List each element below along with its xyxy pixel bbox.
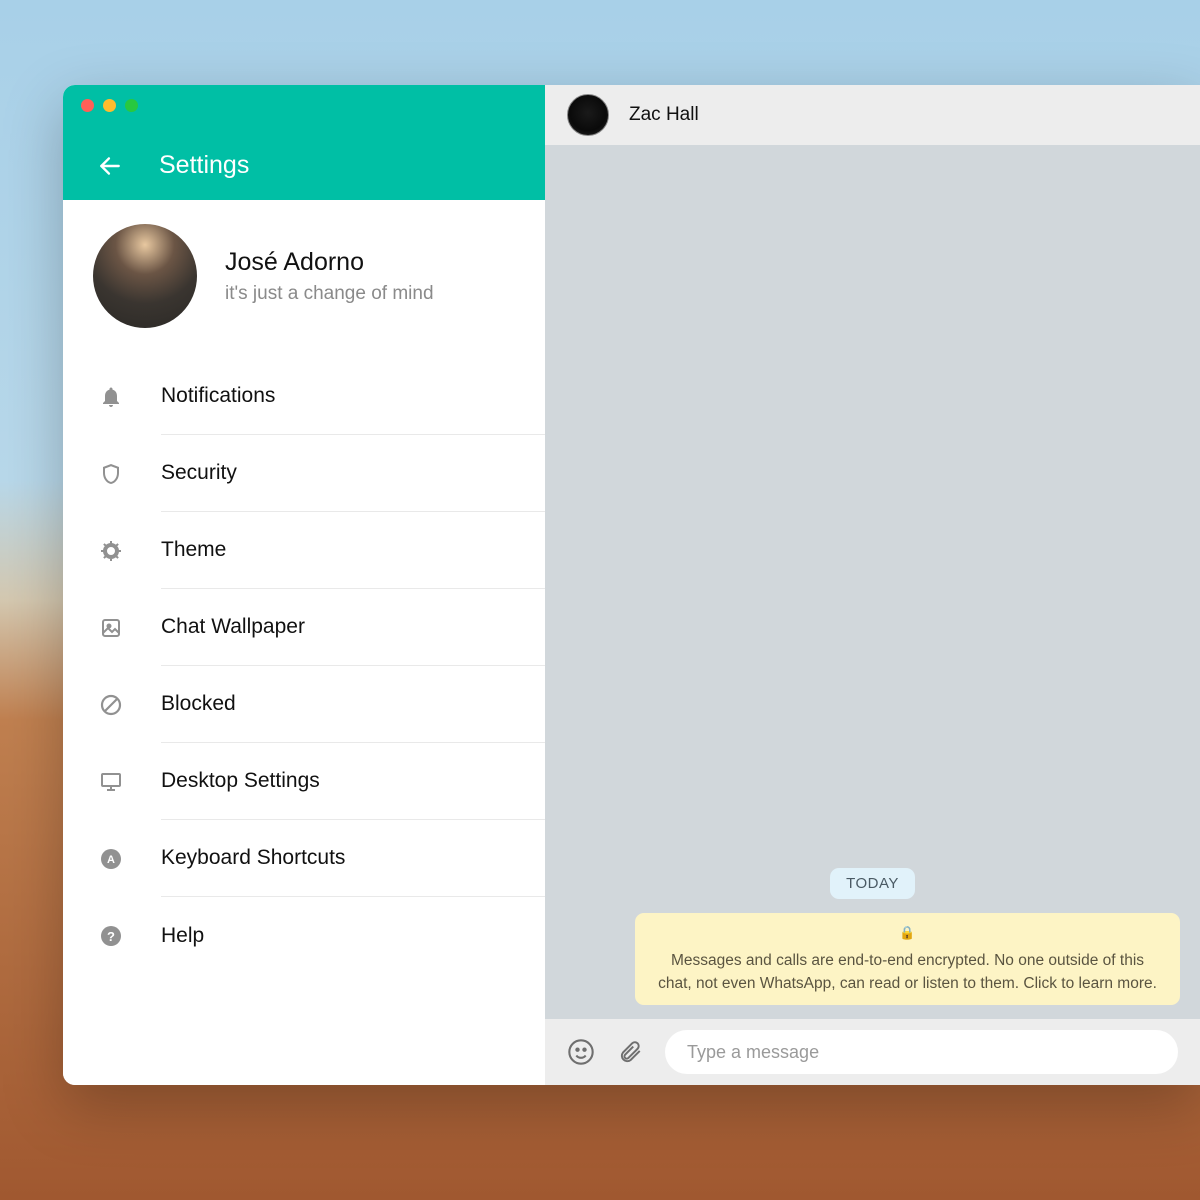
profile-status: it's just a change of mind: [225, 283, 434, 305]
encryption-text: Messages and calls are end-to-end encryp…: [653, 949, 1162, 996]
profile-name: José Adorno: [225, 248, 434, 277]
svg-text:?: ?: [107, 929, 115, 944]
chat-input-bar: [545, 1019, 1200, 1085]
app-window: Settings José Adorno it's just a change …: [63, 85, 1200, 1085]
profile-row[interactable]: José Adorno it's just a change of mind: [63, 200, 545, 358]
settings-item-wallpaper[interactable]: Chat Wallpaper: [63, 589, 545, 666]
settings-item-label: Notifications: [161, 384, 275, 408]
emoji-icon[interactable]: [567, 1038, 595, 1066]
settings-sidebar: Settings José Adorno it's just a change …: [63, 85, 545, 1085]
settings-item-notifications[interactable]: Notifications: [63, 358, 545, 435]
settings-item-desktop[interactable]: Desktop Settings: [63, 743, 545, 820]
contact-avatar[interactable]: [567, 94, 609, 136]
window-controls: [81, 99, 138, 112]
settings-item-label: Help: [161, 924, 204, 948]
settings-item-blocked[interactable]: Blocked: [63, 666, 545, 743]
settings-item-label: Chat Wallpaper: [161, 615, 305, 639]
chat-body: TODAY 🔒 Messages and calls are end-to-en…: [545, 145, 1200, 1019]
theme-icon: [97, 537, 125, 565]
encryption-banner[interactable]: 🔒 Messages and calls are end-to-end encr…: [635, 913, 1180, 1005]
settings-item-security[interactable]: Security: [63, 435, 545, 512]
settings-item-label: Desktop Settings: [161, 769, 320, 793]
settings-item-keyboard[interactable]: A Keyboard Shortcuts: [63, 820, 545, 897]
settings-item-help[interactable]: ? Help: [63, 897, 545, 974]
settings-item-label: Theme: [161, 538, 226, 562]
settings-item-label: Blocked: [161, 692, 236, 716]
message-input[interactable]: [665, 1030, 1178, 1074]
window-close-button[interactable]: [81, 99, 94, 112]
chat-header[interactable]: Zac Hall: [545, 85, 1200, 145]
chat-pane: Zac Hall TODAY 🔒 Messages and calls are …: [545, 85, 1200, 1085]
settings-list: Notifications Security Theme: [63, 358, 545, 1085]
wallpaper-icon: [97, 614, 125, 642]
desktop-background: Settings José Adorno it's just a change …: [0, 0, 1200, 1200]
back-arrow-icon[interactable]: [97, 153, 123, 179]
keyboard-icon: A: [97, 845, 125, 873]
sidebar-header: Settings: [63, 85, 545, 200]
profile-avatar[interactable]: [93, 224, 197, 328]
settings-title: Settings: [159, 151, 249, 180]
lock-icon: 🔒: [899, 923, 915, 943]
settings-item-label: Security: [161, 461, 237, 485]
settings-item-theme[interactable]: Theme: [63, 512, 545, 589]
help-icon: ?: [97, 922, 125, 950]
date-chip: TODAY: [830, 868, 915, 899]
shield-icon: [97, 460, 125, 488]
profile-text: José Adorno it's just a change of mind: [225, 248, 434, 305]
settings-item-label: Keyboard Shortcuts: [161, 846, 345, 870]
blocked-icon: [97, 691, 125, 719]
contact-name: Zac Hall: [629, 104, 699, 126]
svg-text:A: A: [107, 854, 115, 866]
desktop-icon: [97, 768, 125, 796]
window-minimize-button[interactable]: [103, 99, 116, 112]
attachment-icon[interactable]: [617, 1039, 643, 1065]
window-maximize-button[interactable]: [125, 99, 138, 112]
bell-icon: [97, 383, 125, 411]
